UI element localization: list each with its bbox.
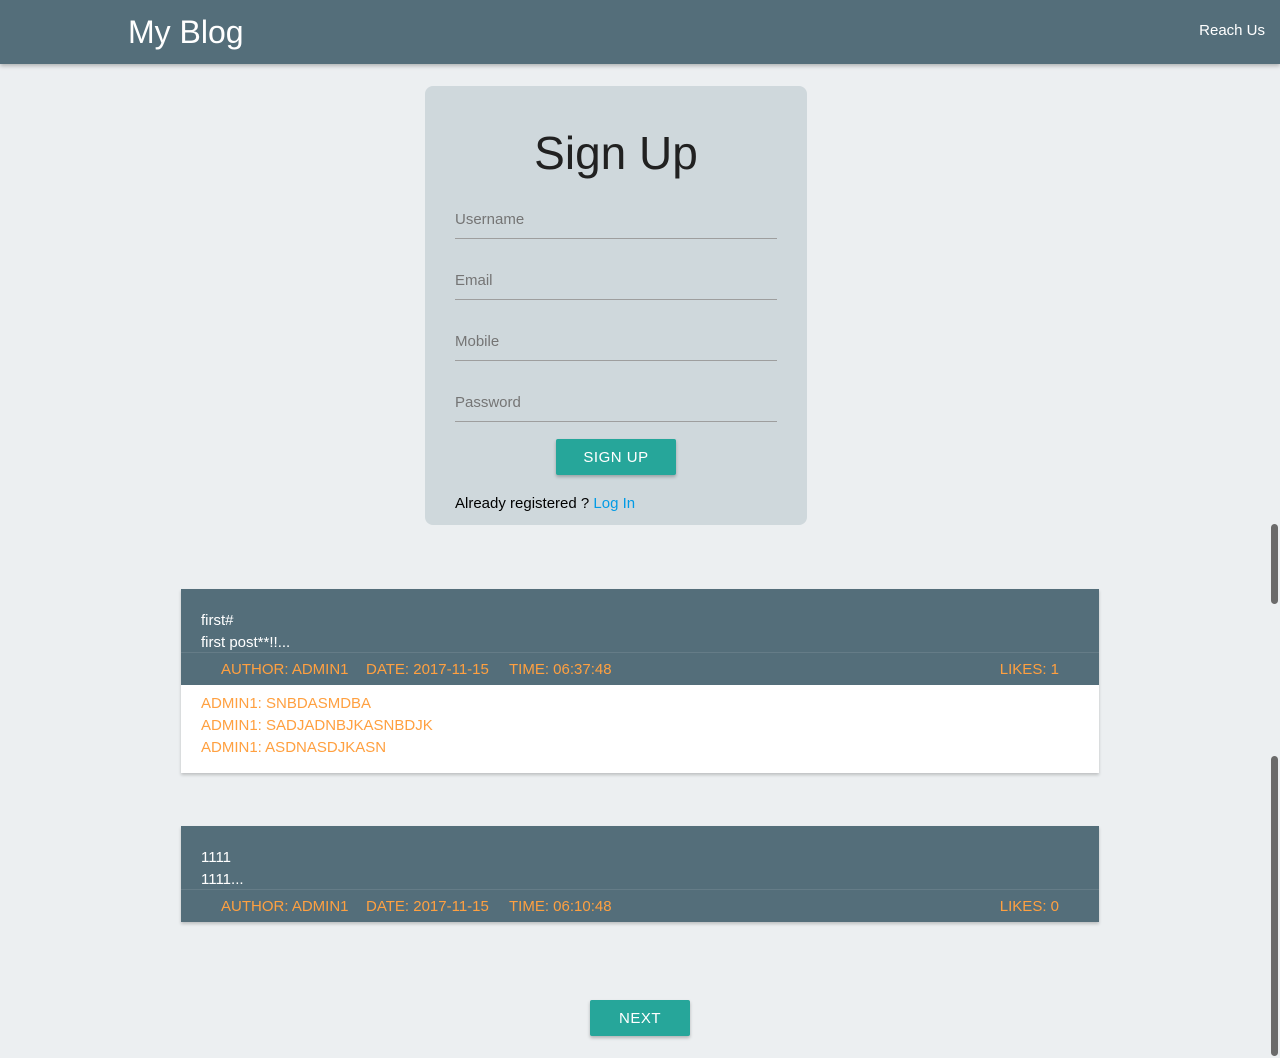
post-card: first# first post**!!... Author: admin1 … (181, 589, 1099, 773)
post-meta: Author: admin1 Date: 2017-11-15 Time: 06… (181, 889, 1099, 922)
post-excerpt: first post**!!... (201, 634, 291, 651)
signup-title: Sign Up (534, 127, 698, 179)
username-input[interactable] (455, 200, 777, 239)
post-header: first# first post**!!... Author: admin1 … (181, 589, 1099, 685)
scrollbar-thumb[interactable] (1271, 756, 1278, 1056)
post-time: Time: 06:10:48 (509, 898, 612, 915)
navbar: My Blog Reach Us (0, 0, 1280, 64)
post-time: Time: 06:37:48 (509, 661, 612, 678)
brand-logo[interactable]: My Blog (128, 12, 244, 52)
post-title[interactable]: first# (201, 610, 1079, 632)
comment-list: admin1: snbdasmdba admin1: sadjadnbjkasn… (181, 685, 1099, 773)
comment: admin1: asdnasdjkasn (201, 739, 387, 756)
post-content: first# first post**!!... (181, 589, 1099, 652)
post-date: Date: 2017-11-15 (366, 661, 489, 678)
post-card: 1111 1111... Author: admin1 Date: 2017-1… (181, 826, 1099, 922)
already-registered-label: Already registered ? (455, 495, 594, 512)
post-meta: Author: admin1 Date: 2017-11-15 Time: 06… (181, 652, 1099, 685)
post-author: Author: admin1 (221, 661, 349, 678)
scrollbar-thumb[interactable] (1271, 524, 1278, 604)
next-button[interactable]: Next (590, 1000, 690, 1036)
post-header: 1111 1111... Author: admin1 Date: 2017-1… (181, 826, 1099, 922)
post-title[interactable]: 1111 (201, 847, 1079, 869)
comment: admin1: snbdasmdba (201, 695, 372, 712)
mobile-input[interactable] (455, 322, 777, 361)
signup-button[interactable]: Sign Up (556, 439, 676, 475)
email-input[interactable] (455, 261, 777, 300)
comment: admin1: sadjadnbjkasnbdjk (201, 717, 433, 734)
already-registered-text: Already registered ? Log In (455, 495, 635, 513)
post-likes[interactable]: Likes: 0 (1000, 898, 1059, 916)
post-excerpt: 1111... (201, 871, 244, 888)
post-likes[interactable]: Likes: 1 (1000, 661, 1059, 679)
post-author: Author: admin1 (221, 898, 349, 915)
post-date: Date: 2017-11-15 (366, 898, 489, 915)
login-link[interactable]: Log In (593, 495, 635, 512)
post-content: 1111 1111... (181, 826, 1099, 889)
reach-us-link[interactable]: Reach Us (1199, 21, 1265, 41)
signup-card: Sign Up Sign Up Already registered ? Log… (425, 86, 807, 525)
password-input[interactable] (455, 383, 777, 422)
